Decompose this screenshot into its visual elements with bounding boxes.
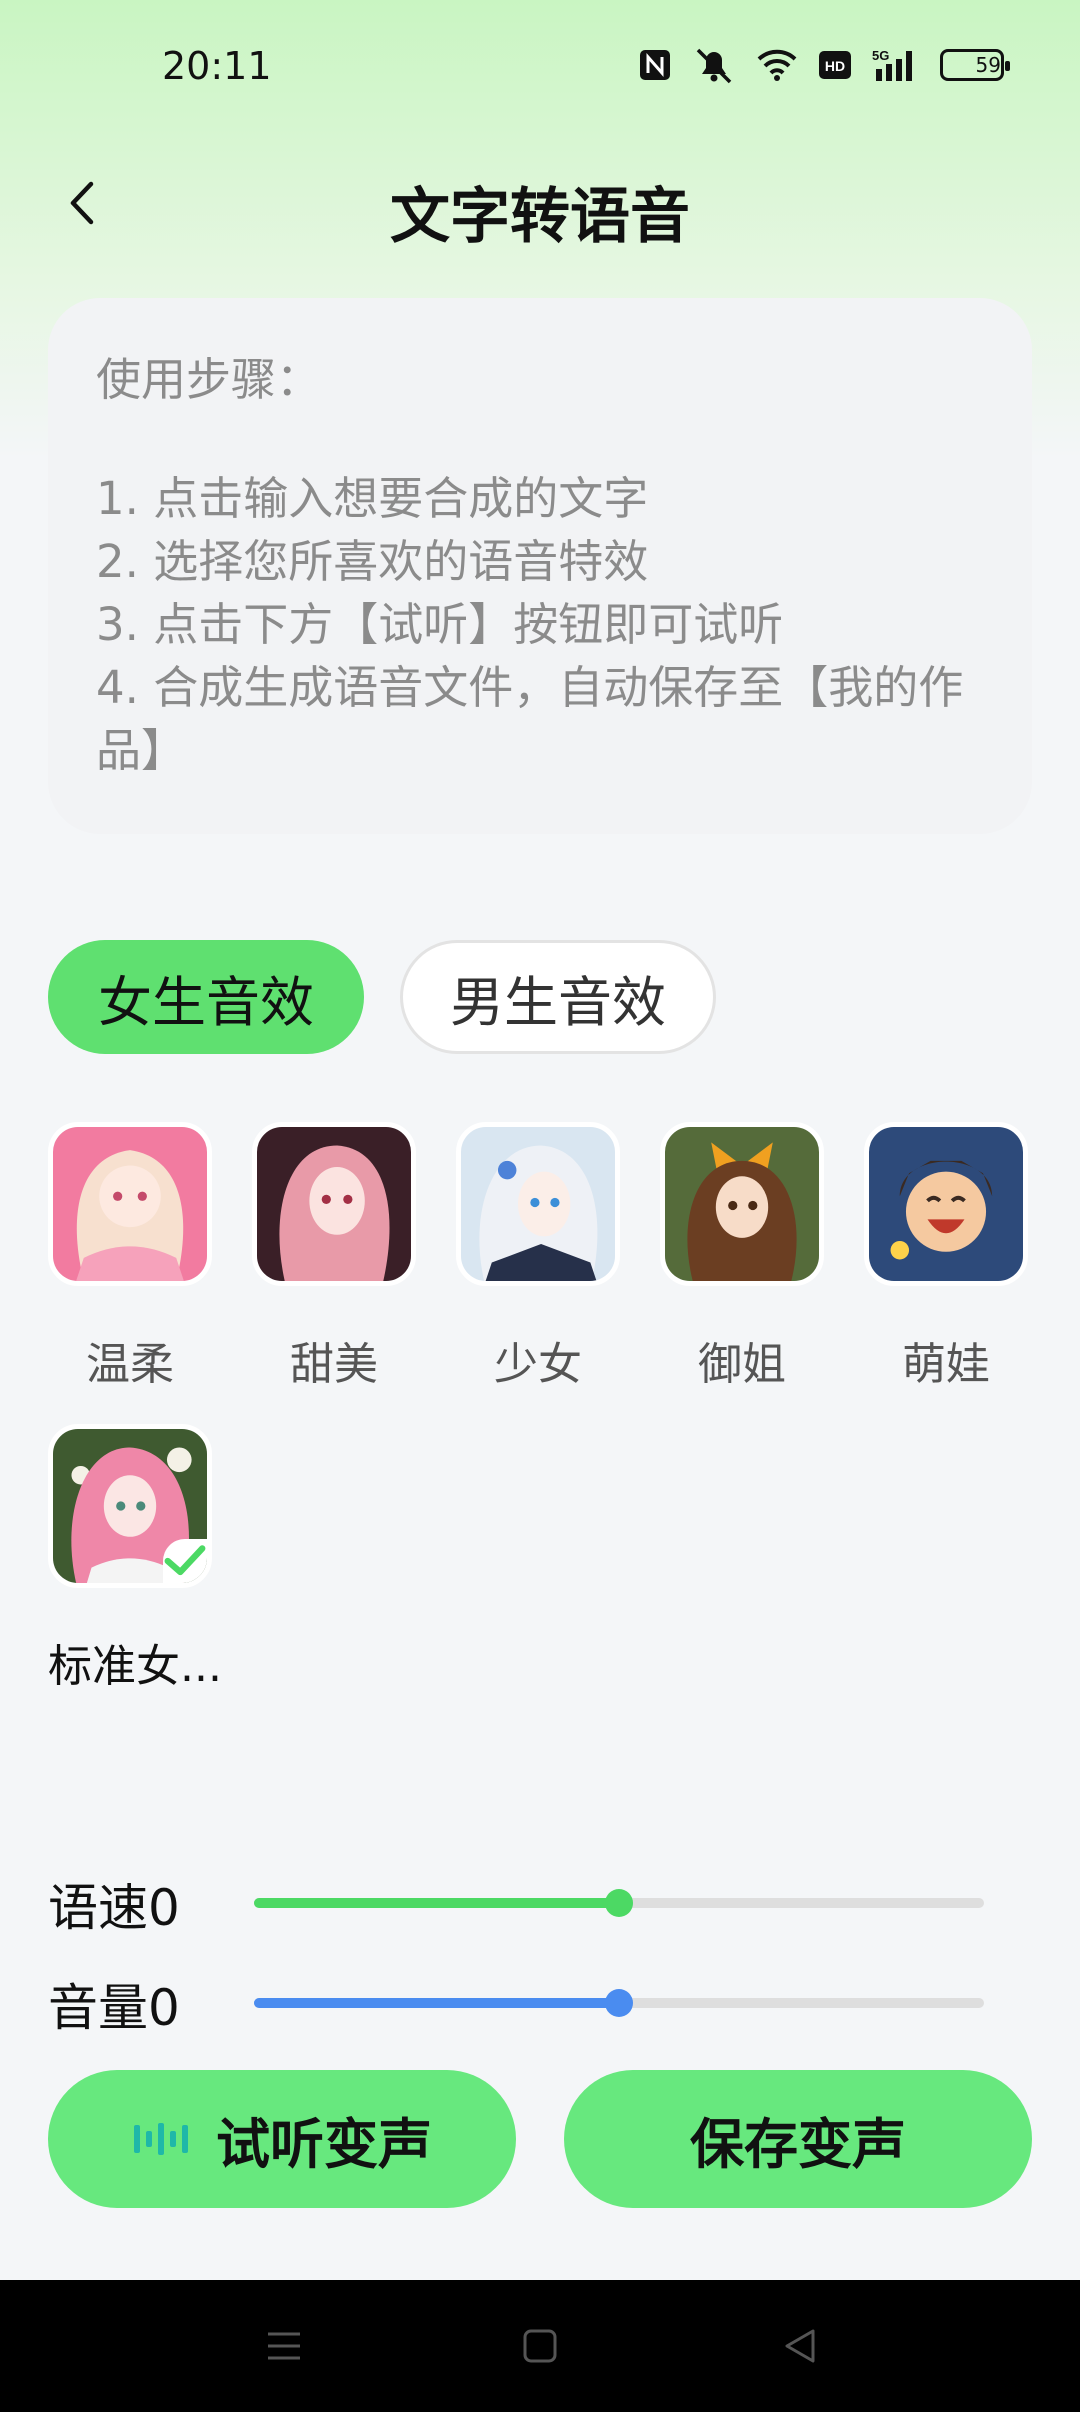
- home-square-icon[interactable]: [510, 2316, 570, 2376]
- instructions-title: 使用步骤：: [96, 353, 322, 406]
- save-voice-button[interactable]: 保存变声: [564, 2070, 1032, 2208]
- instruction-step: 3. 点击下方【试听】按钮即可试听: [96, 598, 784, 651]
- instructions-card: 使用步骤： 1. 点击输入想要合成的文字 2. 选择您所喜欢的语音特效 3. 点…: [48, 298, 1032, 834]
- tab-male-effects[interactable]: 男生音效: [400, 940, 716, 1054]
- voice-label: 标准女...: [48, 1641, 222, 1692]
- speed-slider-thumb[interactable]: [605, 1889, 633, 1917]
- avatar: [252, 1122, 416, 1286]
- 5g-signal-icon: 5G: [872, 47, 920, 83]
- preview-voice-label: 试听变声: [216, 2112, 432, 2176]
- instruction-step: 4. 合成生成语音文件，自动保存至【我的作品】: [96, 661, 964, 777]
- back-triangle-icon[interactable]: [770, 2316, 830, 2376]
- menu-icon[interactable]: [254, 2316, 314, 2376]
- instruction-step: 1. 点击输入想要合成的文字: [96, 472, 649, 525]
- instruction-step: 2. 选择您所喜欢的语音特效: [96, 535, 649, 588]
- system-nav-bar: [0, 2280, 1080, 2412]
- wifi-icon: [756, 48, 798, 82]
- speed-slider[interactable]: [254, 1889, 984, 1917]
- voice-option-kid[interactable]: 萌娃: [864, 1122, 1028, 1392]
- page-title: 文字转语音: [390, 182, 690, 252]
- avatar: [48, 1122, 212, 1286]
- battery-level: 59: [975, 53, 1001, 77]
- voice-option-girl[interactable]: 少女: [456, 1122, 620, 1392]
- status-time: 20:11: [162, 44, 272, 88]
- voice-option-gentle[interactable]: 温柔: [48, 1122, 212, 1392]
- svg-text:HD: HD: [825, 58, 845, 74]
- status-icons: HD 5G 59: [638, 46, 1010, 84]
- svg-text:5G: 5G: [872, 48, 889, 63]
- voice-label: 甜美: [290, 1339, 378, 1390]
- volume-slider-fill: [254, 1998, 619, 2008]
- hd-icon: HD: [818, 50, 852, 80]
- save-voice-label: 保存变声: [690, 2112, 906, 2176]
- speed-slider-fill: [254, 1898, 619, 1908]
- avatar: [456, 1122, 620, 1286]
- avatar: [864, 1122, 1028, 1286]
- volume-slider-row: 音量0: [48, 1968, 1048, 2038]
- volume-slider[interactable]: [254, 1989, 984, 2017]
- status-bar: 20:11 HD 5G 59: [0, 0, 1080, 130]
- battery-icon: 59: [940, 49, 1010, 81]
- avatar: [660, 1122, 824, 1286]
- voice-option-lady[interactable]: 御姐: [660, 1122, 824, 1392]
- sound-wave-icon: [132, 2119, 194, 2159]
- tab-female-effects[interactable]: 女生音效: [48, 940, 364, 1054]
- mute-icon: [692, 46, 736, 84]
- voice-option-standard-female[interactable]: 标准女...: [48, 1424, 222, 1694]
- voice-label: 少女: [494, 1339, 582, 1390]
- preview-voice-button[interactable]: 试听变声: [48, 2070, 516, 2208]
- voice-label: 温柔: [86, 1339, 174, 1390]
- voice-option-sweet[interactable]: 甜美: [252, 1122, 416, 1392]
- speed-label: 语速0: [48, 1879, 180, 1937]
- nfc-icon: [638, 48, 672, 82]
- volume-label: 音量0: [48, 1979, 180, 2037]
- volume-slider-thumb[interactable]: [605, 1989, 633, 2017]
- voice-label: 御姐: [698, 1339, 786, 1390]
- avatar: [48, 1424, 212, 1588]
- voice-label: 萌娃: [902, 1339, 990, 1390]
- check-icon: [163, 1539, 207, 1583]
- speed-slider-row: 语速0: [48, 1868, 1048, 1938]
